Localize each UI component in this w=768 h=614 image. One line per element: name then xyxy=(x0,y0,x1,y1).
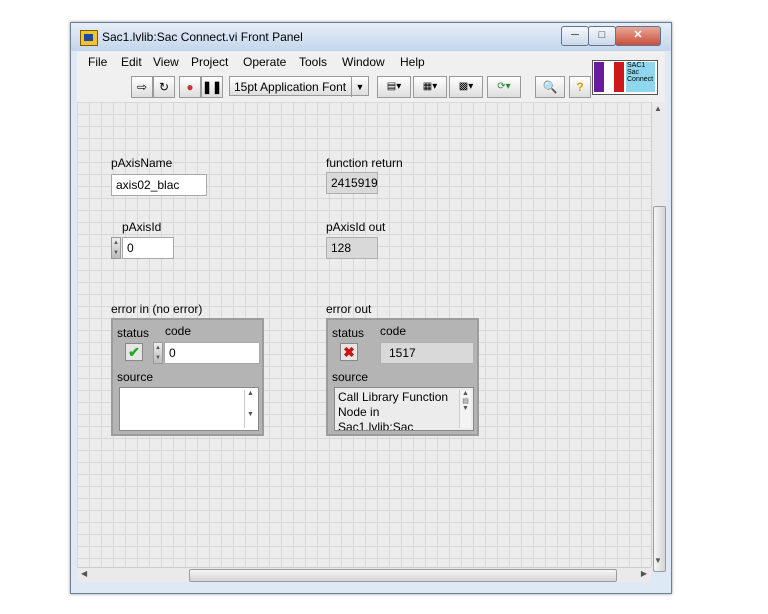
error-out-source-label: source xyxy=(332,370,369,384)
vi-icon[interactable]: SAC1 Sac Connect xyxy=(592,60,658,95)
error-out-code-label: code xyxy=(380,324,407,338)
check-icon[interactable]: ✔ xyxy=(125,343,143,361)
vi-icon-line-3: Connect xyxy=(627,76,654,83)
paxisname-input[interactable]: axis02_blac xyxy=(111,174,207,196)
help-icon[interactable]: ? xyxy=(569,76,591,98)
horizontal-scroll-thumb[interactable] xyxy=(189,569,617,582)
error-in-cluster: status code ✔ ▲ ▼ 0 source ▲ ▼ xyxy=(111,318,264,436)
menu-help[interactable]: Help xyxy=(400,55,425,69)
paxisid-out-label: pAxisId out xyxy=(326,220,386,234)
menu-bar: File Edit View Project Operate Tools Win… xyxy=(77,52,665,72)
distribute-objects-icon[interactable]: ▦▾ xyxy=(413,76,447,98)
vertical-scrollbar[interactable]: ▲ ▼ xyxy=(651,102,666,572)
maximize-button[interactable]: □ xyxy=(588,26,616,46)
text-settings-dropdown[interactable]: 15pt Application Font ▼ xyxy=(229,76,369,97)
menu-view[interactable]: View xyxy=(153,55,179,69)
error-in-code-stepper[interactable]: ▲ ▼ xyxy=(153,342,163,364)
error-out-cluster: status code ✖ 1517 source Call Library F… xyxy=(326,318,479,436)
error-in-code-input[interactable]: 0 xyxy=(164,342,260,364)
window-title: Sac1.lvlib:Sac Connect.vi Front Panel xyxy=(102,30,303,44)
toolbar: ⇨ ↻ ● ❚❚ 15pt Application Font ▼ ▤▾ ▦▾ ▩… xyxy=(77,60,665,103)
vi-icon-line-1: SAC1 xyxy=(627,62,646,69)
paxisname-label: pAxisName xyxy=(111,156,173,170)
close-button[interactable]: ✕ xyxy=(615,26,661,46)
front-panel-window: Sac1.lvlib:Sac Connect.vi Front Panel ─ … xyxy=(70,22,672,594)
reorder-icon[interactable]: ⟳▾ xyxy=(487,76,521,98)
menu-tools[interactable]: Tools xyxy=(299,55,327,69)
cross-icon: ✖ xyxy=(340,343,358,361)
error-out-code-indicator: 1517 xyxy=(380,342,474,364)
chevron-down-icon: ▼ xyxy=(351,77,368,97)
error-in-label: error in (no error) xyxy=(111,302,203,316)
run-arrow-icon[interactable]: ⇨ xyxy=(131,76,153,98)
error-in-code-label: code xyxy=(165,324,192,338)
connector-pane-icon xyxy=(594,62,624,92)
labview-app-icon xyxy=(80,30,98,46)
paxisid-out-indicator: 128 xyxy=(326,237,378,259)
menu-window[interactable]: Window xyxy=(342,55,385,69)
function-return-indicator: 2415919 xyxy=(326,172,378,194)
menu-file[interactable]: File xyxy=(88,55,107,69)
error-out-source-indicator: Call Library Function Node in Sac1.lvlib… xyxy=(334,387,474,431)
error-out-status-label: status xyxy=(332,326,365,340)
vi-icon-line-2: Sac xyxy=(627,69,640,76)
abort-icon[interactable]: ● xyxy=(179,76,201,98)
font-select-value: 15pt Application Font xyxy=(234,80,347,94)
scroll-up-icon[interactable]: ▲ xyxy=(654,104,662,113)
align-objects-icon[interactable]: ▤▾ xyxy=(377,76,411,98)
paxisid-input[interactable]: 0 xyxy=(122,237,174,259)
paxisid-label: pAxisId xyxy=(122,220,162,234)
menu-project[interactable]: Project xyxy=(191,55,228,69)
resize-objects-icon[interactable]: ▩▾ xyxy=(449,76,483,98)
source-scrollbar[interactable]: ▲ ▤ ▼ xyxy=(459,390,471,428)
error-out-source-text: Call Library Function Node in Sac1.lvlib… xyxy=(338,390,449,431)
function-return-label: function return xyxy=(326,156,403,170)
search-icon[interactable]: 🔍 xyxy=(535,76,565,98)
error-in-status-label: status xyxy=(117,326,150,340)
scroll-right-icon[interactable]: ▶ xyxy=(641,569,647,578)
error-out-label: error out xyxy=(326,302,372,316)
title-bar[interactable]: Sac1.lvlib:Sac Connect.vi Front Panel ─ … xyxy=(71,23,671,51)
horizontal-scrollbar[interactable]: ◀ ▶ xyxy=(77,567,651,582)
error-in-source-label: source xyxy=(117,370,154,384)
source-scrollbar[interactable]: ▲ ▼ xyxy=(244,390,256,428)
pause-icon[interactable]: ❚❚ xyxy=(201,76,223,98)
error-in-source-input[interactable]: ▲ ▼ xyxy=(119,387,259,431)
minimize-button[interactable]: ─ xyxy=(561,26,589,46)
vertical-scroll-thumb[interactable] xyxy=(653,206,666,572)
front-panel-canvas[interactable]: pAxisName axis02_blac function return 24… xyxy=(77,102,651,567)
menu-edit[interactable]: Edit xyxy=(121,55,142,69)
menu-operate[interactable]: Operate xyxy=(243,55,286,69)
scroll-left-icon[interactable]: ◀ xyxy=(81,569,87,578)
scroll-down-icon[interactable]: ▼ xyxy=(654,556,662,565)
run-continuously-icon[interactable]: ↻ xyxy=(153,76,175,98)
paxisid-stepper[interactable]: ▲ ▼ xyxy=(111,237,121,259)
